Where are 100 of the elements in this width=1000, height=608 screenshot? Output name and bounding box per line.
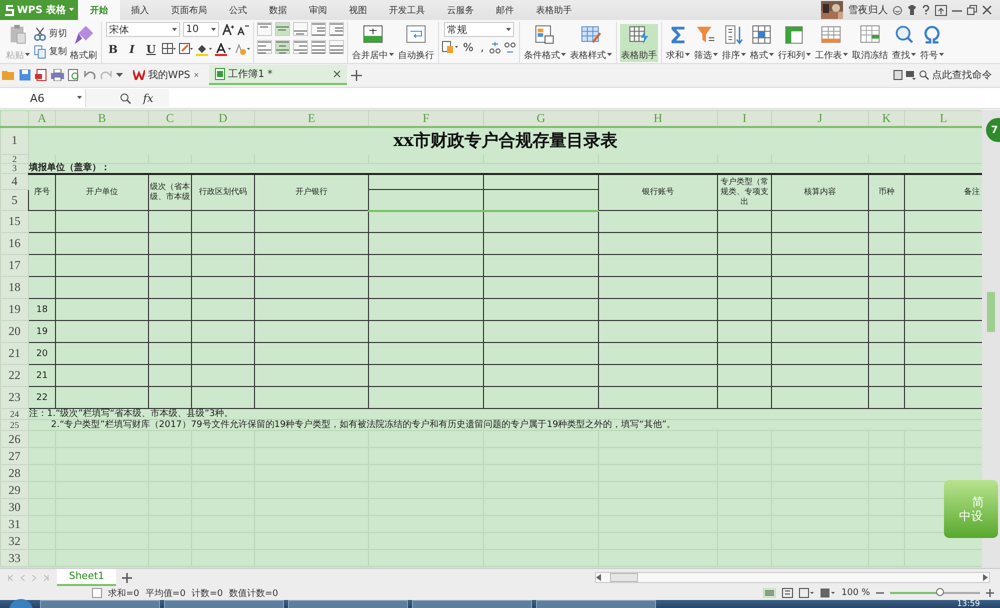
table-cell bbox=[718, 298, 772, 320]
sum-button[interactable]: 求和 bbox=[664, 24, 691, 62]
ribbon-tab[interactable]: 页面布局 bbox=[160, 0, 218, 20]
underline-button[interactable]: U bbox=[143, 41, 159, 57]
row-number[interactable]: 20 bbox=[0, 320, 28, 342]
add-sheet-icon bbox=[122, 572, 132, 582]
ribbon-tab[interactable]: 云服务 bbox=[436, 0, 486, 20]
row-number[interactable]: 15 bbox=[0, 210, 28, 232]
skin-icon bbox=[907, 5, 917, 15]
row-number[interactable]: 29 bbox=[0, 482, 28, 498]
align-button[interactable] bbox=[293, 40, 308, 54]
sheet-tab[interactable]: Sheet1 bbox=[57, 569, 116, 586]
scroll-left-icon bbox=[596, 574, 602, 581]
search-icon bbox=[919, 70, 929, 80]
row-number[interactable]: 23 bbox=[0, 386, 28, 408]
align-button[interactable] bbox=[311, 40, 326, 54]
ribbon-tab[interactable]: 审阅 bbox=[298, 0, 338, 20]
copy-button[interactable]: 复制 bbox=[33, 44, 67, 58]
row-number[interactable]: 31 bbox=[0, 516, 28, 532]
ribbon-tab[interactable]: 开始 bbox=[78, 0, 120, 20]
row-number[interactable]: 3 bbox=[0, 163, 28, 174]
user-name[interactable]: 雪夜归人 bbox=[848, 3, 888, 17]
align-button[interactable] bbox=[311, 22, 326, 36]
scroll-thumb[interactable] bbox=[610, 573, 638, 582]
row-number[interactable]: 21 bbox=[0, 342, 28, 364]
sort-button[interactable]: 排序 bbox=[720, 24, 747, 62]
align-button[interactable] bbox=[329, 40, 344, 54]
column-heading: 行政区划代码 bbox=[192, 174, 254, 210]
worksheet-button[interactable]: 工作表 bbox=[814, 24, 849, 62]
conditional-format-button[interactable]: 条件格式 bbox=[522, 24, 567, 62]
zoom-level[interactable]: 100 % bbox=[841, 588, 870, 598]
rows-columns-button[interactable]: 行和列 bbox=[776, 24, 812, 62]
decrease-decimal-icon bbox=[504, 42, 516, 54]
cut-button[interactable]: 剪切 bbox=[33, 26, 67, 40]
row-number[interactable]: 27 bbox=[0, 448, 28, 464]
row-number[interactable]: 18 bbox=[0, 276, 28, 298]
thousands-button[interactable]: , bbox=[478, 41, 486, 54]
ribbon-tab[interactable]: 开发工具 bbox=[378, 0, 436, 20]
row-number[interactable]: 16 bbox=[0, 232, 28, 254]
row-number[interactable]: 17 bbox=[0, 254, 28, 276]
row-number[interactable]: 5 bbox=[0, 190, 28, 210]
scroll-thumb[interactable] bbox=[987, 292, 995, 332]
row-number[interactable]: 33 bbox=[0, 550, 28, 566]
number-format-field[interactable]: 常规 bbox=[444, 22, 514, 37]
merge-center-button[interactable]: 合并居中 bbox=[351, 24, 395, 62]
wrap-text-button[interactable]: 自动换行 bbox=[397, 24, 435, 62]
ribbon-tab[interactable]: 数据 bbox=[258, 0, 298, 20]
row-number[interactable]: 19 bbox=[0, 298, 28, 320]
cell-style-icon bbox=[179, 43, 193, 55]
find-button[interactable]: 查找 bbox=[890, 24, 917, 62]
percent-button[interactable]: % bbox=[461, 41, 476, 54]
previous-sheet-icon bbox=[18, 572, 26, 582]
table-cell bbox=[148, 232, 192, 254]
align-button[interactable] bbox=[293, 22, 308, 36]
table-cell bbox=[868, 364, 904, 386]
table-cell: 18 bbox=[28, 298, 56, 320]
table-style-button[interactable]: 表格样式 bbox=[568, 24, 613, 62]
ribbon-tab[interactable]: 插入 bbox=[120, 0, 160, 20]
row-number[interactable]: 30 bbox=[0, 498, 28, 516]
format-button[interactable]: 格式 bbox=[748, 24, 775, 62]
align-button[interactable] bbox=[275, 22, 290, 36]
row-number[interactable]: 26 bbox=[0, 430, 28, 448]
command-search-field[interactable]: 点此查找命令 bbox=[932, 70, 994, 80]
align-button[interactable] bbox=[275, 40, 290, 54]
font-size-field[interactable]: 10 bbox=[183, 22, 219, 37]
table-helper-button[interactable]: 表格助手 bbox=[620, 24, 658, 62]
note-text: 注：1.“级次”栏填写“省本级、市本级、县级”3种。 bbox=[28, 408, 982, 420]
table-cell bbox=[148, 210, 192, 232]
italic-button[interactable]: I bbox=[124, 41, 140, 57]
row-number[interactable]: 25 bbox=[0, 420, 28, 430]
align-button[interactable] bbox=[329, 22, 344, 36]
export-pdf-icon bbox=[35, 69, 47, 81]
ribbon-tab[interactable]: 公式 bbox=[218, 0, 258, 20]
row-number[interactable]: 4 bbox=[0, 174, 28, 190]
row-number[interactable]: 32 bbox=[0, 532, 28, 550]
column-heading: 开户银行 bbox=[254, 174, 368, 210]
align-button[interactable] bbox=[257, 40, 272, 54]
table-cell bbox=[868, 342, 904, 364]
document-tab[interactable]: 我的WPS bbox=[127, 65, 205, 85]
row-number[interactable]: 22 bbox=[0, 364, 28, 386]
filter-button[interactable]: 筛选 bbox=[692, 24, 719, 62]
align-right-icon bbox=[293, 40, 308, 54]
insert-function-button[interactable]: fx bbox=[143, 92, 154, 104]
align-button[interactable] bbox=[257, 22, 272, 36]
row-number[interactable]: 24 bbox=[0, 408, 28, 420]
borders-icon bbox=[162, 43, 176, 55]
unfreeze-button[interactable]: 取消冻结 bbox=[850, 24, 889, 62]
font-name-field[interactable]: 宋体 bbox=[106, 22, 180, 37]
row-number[interactable]: 1 bbox=[0, 127, 28, 154]
ribbon-tab[interactable]: 表格助手 bbox=[525, 0, 584, 20]
document-tab[interactable]: 工作簿1 * bbox=[209, 65, 347, 85]
format-painter-button[interactable]: 格式刷 bbox=[69, 24, 98, 62]
row-number[interactable]: 28 bbox=[0, 464, 28, 482]
ribbon-tab[interactable]: 邮件 bbox=[485, 0, 526, 20]
slider-thumb[interactable] bbox=[936, 588, 944, 596]
bold-button[interactable]: B bbox=[105, 41, 121, 57]
ribbon-tab[interactable]: 视图 bbox=[338, 0, 378, 20]
symbol-button[interactable]: 符号 bbox=[918, 24, 945, 62]
brush-icon bbox=[72, 24, 94, 46]
horizontal-scrollbar[interactable] bbox=[595, 572, 990, 583]
